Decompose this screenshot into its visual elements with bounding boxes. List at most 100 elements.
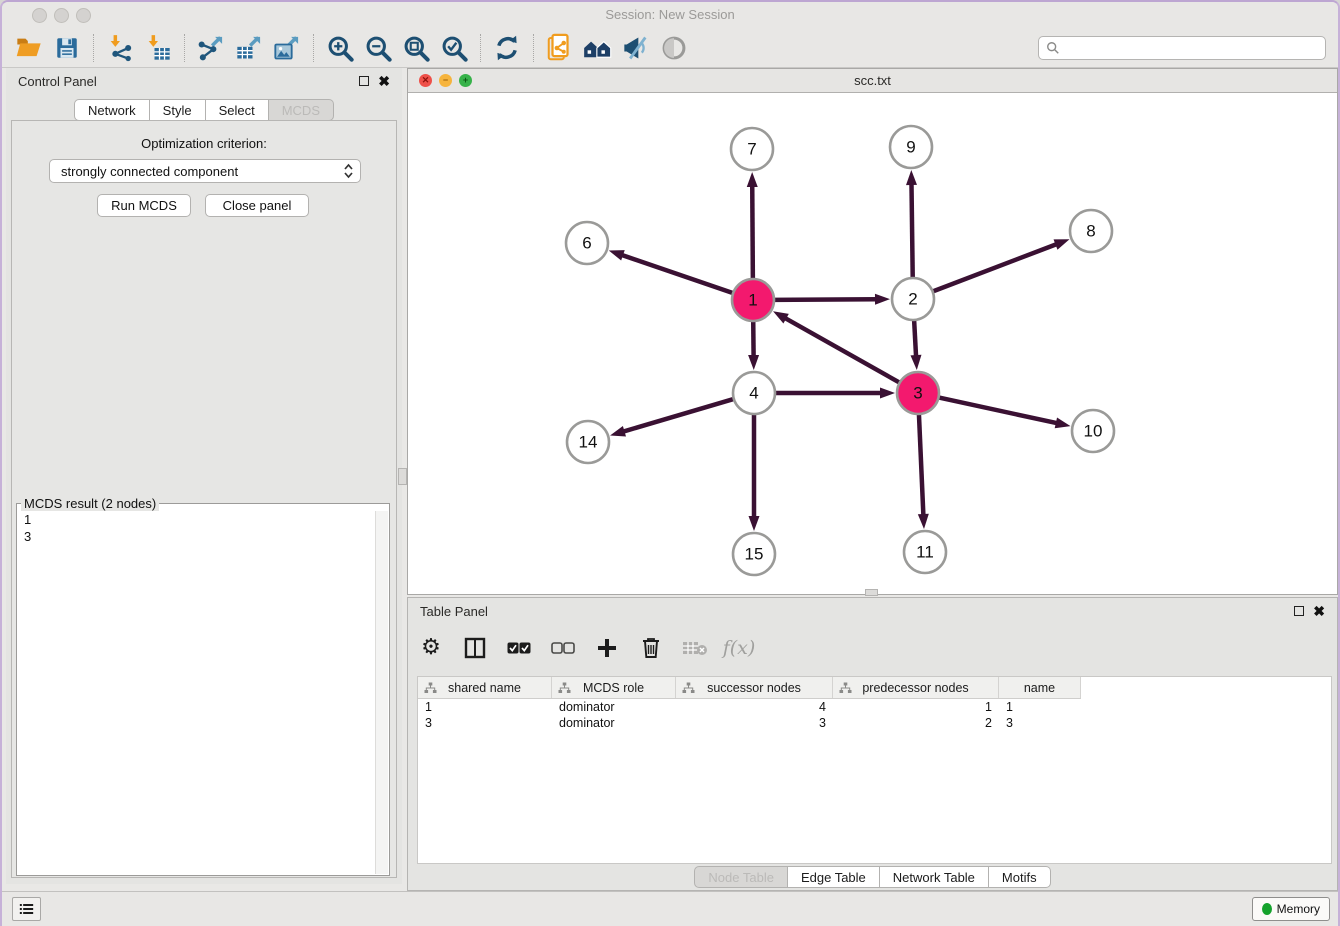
column-header-name[interactable]: name [999, 677, 1081, 698]
column-type-icon [682, 682, 695, 694]
mcds-result-list[interactable]: 1 3 [18, 511, 388, 545]
graph-node-10[interactable]: 10 [1072, 410, 1114, 452]
import-network-icon[interactable] [101, 32, 139, 64]
select-stepper-icon [343, 163, 354, 179]
open-session-icon[interactable] [10, 32, 48, 64]
network-overview-icon[interactable] [579, 32, 617, 64]
delete-table-icon[interactable] [680, 633, 710, 663]
graph-node-4[interactable]: 4 [733, 372, 775, 414]
tab-mcds[interactable]: MCDS [269, 99, 334, 121]
network-from-document-icon[interactable] [541, 32, 579, 64]
graph-edge-3-10 [939, 397, 1071, 428]
network-canvas[interactable]: 7 9 6 8 1 2 4 3 14 10 15 11 [408, 93, 1337, 594]
mcds-result-group: MCDS result (2 nodes) 1 3 [16, 496, 390, 876]
export-table-icon[interactable] [230, 32, 268, 64]
function-builder-icon[interactable]: f(x) [724, 633, 754, 663]
float-panel-icon[interactable] [359, 76, 369, 86]
criterion-select[interactable]: strongly connected component [49, 159, 361, 183]
tab-node-table[interactable]: Node Table [694, 866, 788, 888]
tab-network-table[interactable]: Network Table [880, 866, 989, 888]
column-header-predecessor-nodes[interactable]: predecessor nodes [833, 677, 999, 698]
memory-button[interactable]: Memory [1252, 897, 1330, 921]
svg-text:15: 15 [745, 545, 764, 564]
tab-style[interactable]: Style [150, 99, 206, 121]
tab-motifs[interactable]: Motifs [989, 866, 1051, 888]
toolbar-separator [533, 34, 534, 62]
import-table-icon[interactable] [139, 32, 177, 64]
status-bar: Memory [2, 891, 1338, 926]
export-image-icon[interactable] [268, 32, 306, 64]
close-panel-button[interactable]: Close panel [205, 194, 309, 217]
table-cell: 3 [676, 716, 833, 730]
apply-preferred-layout-icon[interactable] [488, 32, 526, 64]
column-type-icon [558, 682, 571, 694]
graph-edge-4-14 [610, 399, 734, 437]
toolbar-separator [184, 34, 185, 62]
hide-annotations-icon[interactable] [617, 32, 655, 64]
tab-select[interactable]: Select [206, 99, 269, 121]
zoom-selected-icon[interactable] [435, 32, 473, 64]
graph-edge-1-2 [774, 294, 890, 305]
delete-columns-icon[interactable] [636, 633, 666, 663]
select-all-columns-icon[interactable] [504, 633, 534, 663]
graph-node-2[interactable]: 2 [892, 278, 934, 320]
graph-node-3[interactable]: 3 [897, 372, 939, 414]
graph-node-14[interactable]: 14 [567, 421, 609, 463]
result-scrollbar[interactable] [375, 511, 388, 874]
network-view-window: ✕ − + scc.txt 7 9 6 8 1 2 4 3 14 10 15 11 [407, 68, 1338, 595]
toolbar-separator [313, 34, 314, 62]
table-cell: 4 [676, 700, 833, 714]
export-network-icon[interactable] [192, 32, 230, 64]
table-row[interactable]: 1dominator411 [418, 699, 1331, 715]
svg-text:2: 2 [908, 290, 917, 309]
memory-label: Memory [1277, 902, 1320, 916]
table-body: 1dominator4113dominator323 [418, 699, 1331, 731]
horizontal-splitter-handle[interactable] [865, 589, 878, 596]
float-table-panel-icon[interactable] [1294, 606, 1304, 616]
table-panel-title: Table Panel [420, 604, 488, 619]
graph-edge-3-11 [918, 414, 929, 529]
close-panel-icon[interactable]: ✖ [378, 76, 390, 86]
tab-edge-table[interactable]: Edge Table [788, 866, 880, 888]
control-panel-title: Control Panel [18, 74, 97, 89]
table-mode-icon[interactable]: ⚙ [416, 633, 446, 663]
graphics-details-icon[interactable] [655, 32, 693, 64]
network-view-titlebar: ✕ − + scc.txt [408, 69, 1337, 93]
graph-node-15[interactable]: 15 [733, 533, 775, 575]
graph-node-9[interactable]: 9 [890, 126, 932, 168]
table-cell: 1 [833, 700, 999, 714]
graph-node-1[interactable]: 1 [732, 279, 774, 321]
control-panel-tabs: Network Style Select MCDS [6, 99, 402, 121]
table-cell: 2 [833, 716, 999, 730]
vertical-splitter-handle[interactable] [398, 468, 407, 485]
table-cell: 3 [999, 716, 1081, 730]
create-column-icon[interactable] [592, 633, 622, 663]
graph-node-7[interactable]: 7 [731, 128, 773, 170]
graph-node-11[interactable]: 11 [904, 531, 946, 573]
show-columns-icon[interactable] [460, 633, 490, 663]
close-table-panel-icon[interactable]: ✖ [1313, 606, 1325, 616]
column-header-MCDS-role[interactable]: MCDS role [552, 677, 676, 698]
tab-network[interactable]: Network [74, 99, 150, 121]
zoom-fit-icon[interactable] [397, 32, 435, 64]
graph-node-6[interactable]: 6 [566, 222, 608, 264]
task-history-button[interactable] [12, 897, 41, 921]
column-header-successor-nodes[interactable]: successor nodes [676, 677, 833, 698]
search-input[interactable] [1060, 39, 1318, 56]
save-session-icon[interactable] [48, 32, 86, 64]
zoom-out-icon[interactable] [359, 32, 397, 64]
search-icon [1046, 41, 1060, 55]
table-tabs: Node Table Edge Table Network Table Moti… [408, 866, 1337, 888]
column-header-shared-name[interactable]: shared name [418, 677, 552, 698]
unselect-all-columns-icon[interactable] [548, 633, 578, 663]
zoom-in-icon[interactable] [321, 32, 359, 64]
table-cell: 1 [418, 700, 552, 714]
column-type-icon [424, 682, 437, 694]
run-mcds-button[interactable]: Run MCDS [97, 194, 191, 217]
svg-text:11: 11 [916, 543, 934, 562]
toolbar-separator [93, 34, 94, 62]
table-row[interactable]: 3dominator323 [418, 715, 1331, 731]
graph-node-8[interactable]: 8 [1070, 210, 1112, 252]
table-header-row: shared nameMCDS rolesuccessor nodesprede… [418, 677, 1081, 699]
graph-edge-4-3 [775, 388, 895, 399]
